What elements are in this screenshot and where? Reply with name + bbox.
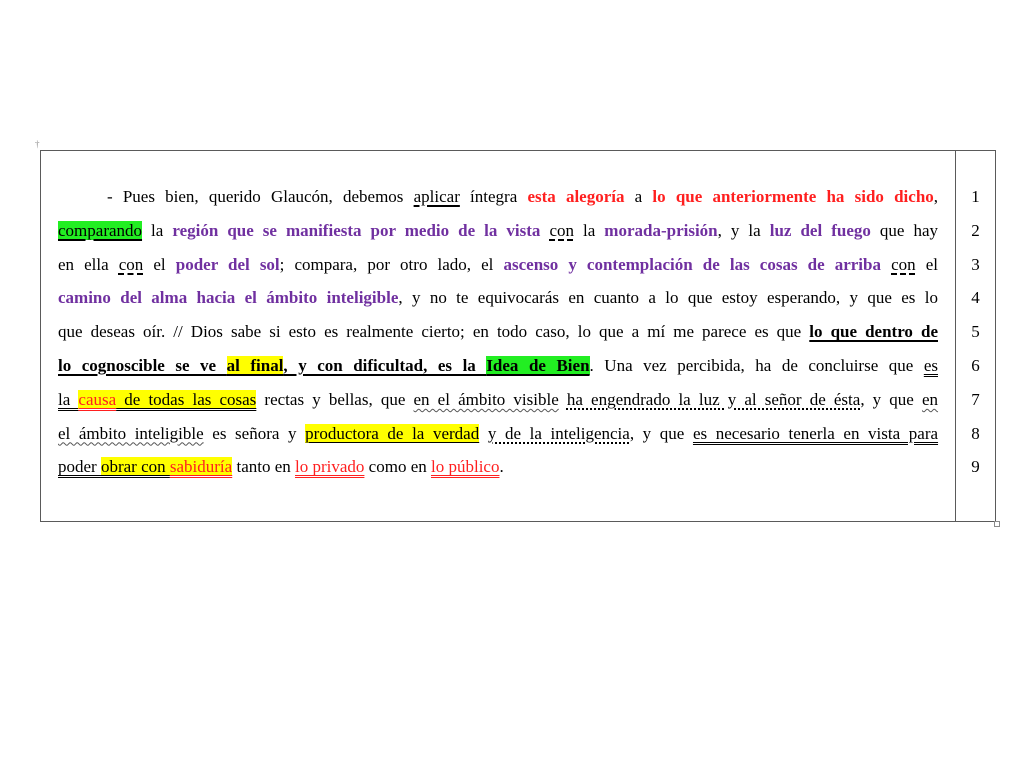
table-end-handle-icon[interactable] [994, 521, 1000, 527]
purple-phrase: poder del sol [175, 254, 280, 274]
text-run: el [143, 254, 176, 274]
text-line-9: poder obrar con sabiduría tanto en lo pr… [58, 450, 938, 484]
line-numbers-column[interactable]: 1 2 3 4 5 6 7 8 9 [956, 151, 995, 521]
text-line-2: comparando la región que se manifiesta p… [58, 214, 938, 248]
purple-phrase: luz del fuego [769, 220, 871, 240]
text-run: - Pues bien, querido Glaucón, debemos [107, 187, 414, 206]
yellow-highlight: productora de la verdad [305, 423, 480, 443]
double-underline-phrase: es necesario tenerla en vista para [692, 423, 939, 443]
text-line-4: camino del alma hacia el ámbito inteligi… [58, 281, 938, 315]
line-number: 8 [971, 423, 980, 443]
yellow-highlight: de todas las cosas [116, 389, 257, 409]
line-number: 1 [971, 187, 980, 206]
line-number: 7 [971, 389, 980, 409]
text-run: , y la [717, 220, 770, 240]
line-number: 4 [971, 288, 980, 308]
bold-underlined-phrase: , y con dificultad, es la [283, 355, 487, 375]
bold-underlined-phrase: lo que dentro de [809, 322, 938, 342]
dashed-underline-word: con [549, 220, 574, 240]
text-line-6: lo cognoscible se ve al final, y con dif… [58, 349, 938, 383]
paragraph-anchor-icon: † [35, 139, 40, 149]
text-run: . [499, 457, 504, 477]
purple-phrase: región que se manifiesta por medio de la… [172, 220, 541, 240]
text-run: la [573, 220, 605, 240]
yellow-highlight: obrar con [100, 457, 170, 477]
text-run: íntegra [459, 187, 528, 206]
wavy-underline-phrase: el ámbito inteligible [58, 423, 204, 443]
dashed-underline-word: con [891, 254, 916, 274]
text-run: . Una vez percibida, ha de concluirse qu… [589, 355, 924, 375]
wavy-underline-phrase: en [921, 389, 939, 409]
text-run: a [624, 187, 653, 206]
wavy-underline-phrase: en el ámbito visible [413, 389, 559, 409]
dotted-underline-phrase: y de la inteligencia [487, 423, 630, 443]
text-line-1: - Pues bien, querido Glaucón, debemos ap… [58, 180, 938, 214]
text-line-5: que deseas oír. // Dios sabe si esto es … [58, 315, 938, 349]
text-run: , y que [629, 423, 693, 443]
red-phrase: lo que anteriormente ha sido dicho [652, 187, 934, 206]
text-run: rectas y bellas, que [256, 389, 414, 409]
green-highlight: comparando [58, 220, 143, 240]
text-line-3: en ella con el poder del sol; compara, p… [58, 248, 938, 282]
text-run: ; compara, por otro lado, el [279, 254, 504, 274]
text-run: en ella [58, 254, 119, 274]
double-underline-word: es [923, 355, 938, 375]
text-run: como en [364, 457, 431, 477]
bold-underlined-phrase: lo cognoscible se ve [58, 355, 227, 375]
document-table: - Pues bien, querido Glaucón, debemos ap… [40, 150, 996, 522]
double-underline-word: la [58, 389, 79, 409]
text-line-8: el ámbito inteligible es señora y produc… [58, 417, 938, 451]
red-phrase: lo público [431, 457, 500, 477]
yellow-highlight: al final [226, 355, 284, 375]
text-line-7: la causa de todas las cosas rectas y bel… [58, 383, 938, 417]
text-run [559, 390, 567, 409]
green-highlight: Idea de Bien [486, 355, 590, 375]
purple-phrase: camino del alma hacia el ámbito inteligi… [58, 288, 399, 308]
line-number: 3 [971, 254, 980, 274]
yellow-highlight: causa [78, 389, 117, 409]
text-run [479, 424, 488, 443]
line-number: 2 [971, 220, 980, 240]
text-run: la [142, 220, 173, 240]
text-run: , y no te equivocarás en cuanto a lo que… [398, 288, 938, 308]
line-number: 5 [971, 322, 980, 342]
purple-phrase: morada-prisión [604, 220, 718, 240]
dashed-underline-word: con [118, 254, 144, 274]
paragraph-cell[interactable]: - Pues bien, querido Glaucón, debemos ap… [41, 151, 956, 521]
line-number: 6 [971, 355, 980, 375]
text-run: el [915, 254, 938, 274]
dotted-underline-phrase: ha engendrado la luz y al señor de ésta [566, 389, 861, 409]
text-run: que deseas oír. // Dios sabe si esto es … [58, 322, 810, 342]
text-run: tanto en [232, 457, 296, 477]
text-run: que hay [870, 220, 939, 240]
red-phrase: lo privado [295, 457, 365, 477]
text-run: es señora y [203, 423, 306, 443]
text-run: , [933, 187, 939, 206]
underlined-verb: aplicar [413, 187, 460, 206]
text-run: , y que [860, 389, 922, 409]
double-underline-word: poder [58, 457, 101, 477]
purple-phrase: ascenso y contemplación de las cosas de … [503, 254, 881, 274]
yellow-highlight: sabiduría [169, 457, 233, 477]
text-run [881, 255, 891, 274]
line-number: 9 [971, 457, 980, 477]
red-phrase: esta alegoría [527, 187, 625, 206]
